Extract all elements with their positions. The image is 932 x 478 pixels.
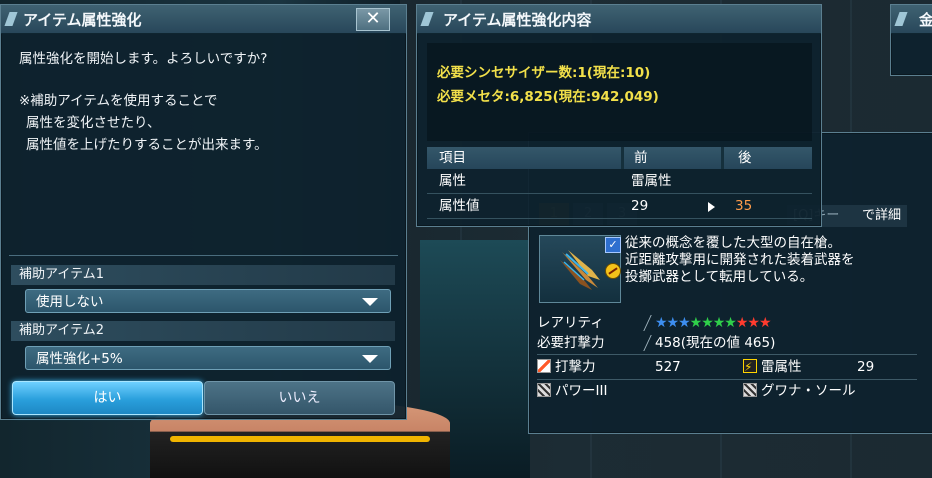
message-line: 属性値を上げたりすることが出来ます。 (26, 137, 268, 153)
dialog-message: 属性強化を開始します。よろしいですか? ※補助アイテムを使用することで 属性を変… (1, 34, 406, 156)
arrow-right-icon (708, 202, 715, 212)
header-after: 後 (721, 147, 812, 169)
table-row: 属性値 29 35 (427, 194, 812, 219)
affix-icon (743, 383, 757, 397)
affix-icon (537, 383, 551, 397)
row-before-wrap: 29 (621, 194, 721, 218)
desc-line: 近距離攻撃用に開発された装着武器を (625, 252, 855, 268)
aux-item-2-label: 補助アイテム2 (11, 321, 395, 341)
chevron-down-icon (362, 298, 378, 306)
rarity-label: レアリティ (537, 315, 604, 331)
element-value: 29 (857, 359, 875, 375)
partisan-weapon-icon (560, 250, 600, 290)
aux-item-1-label: 補助アイテム1 (11, 265, 395, 285)
lightning-icon (743, 357, 757, 377)
aux-item-2-value: 属性強化+5% (36, 351, 123, 367)
required-row: 必要打撃力 458(現在の値 465) (537, 333, 917, 353)
message-line: 属性を変化させたり、 (26, 115, 161, 131)
required-meseta: 必要メセタ:6,825(現在:942,049) (437, 89, 659, 105)
enhance-info-window: アイテム属性強化内容 必要シンセサイザー数:1(現在:10) 必要メセタ:6,8… (416, 4, 822, 227)
affix-2: グワナ・ソール (761, 383, 856, 399)
row-after: 35 (735, 198, 753, 214)
row-before: 雷属性 (631, 173, 672, 189)
close-button[interactable]: ✕ (356, 8, 390, 31)
aux-item-2-select[interactable]: 属性強化+5% (25, 346, 391, 370)
info-window-title: アイテム属性強化内容 (417, 5, 821, 34)
attack-row: 打撃力 527 雷属性 29 (537, 357, 917, 377)
yes-button[interactable]: はい (12, 381, 203, 415)
header-before: 前 (621, 147, 721, 169)
table-header: 項目 前 後 (427, 147, 812, 169)
required-synthesizer: 必要シンセサイザー数:1(現在:10) (437, 65, 651, 81)
attack-label: 打撃力 (555, 359, 596, 375)
desc-line: 従来の概念を覆した大型の自在槍。 (625, 235, 841, 251)
currency-window-title: 金 (891, 5, 932, 34)
comparison-table: 項目 前 後 属性 雷属性 属性値 29 35 (427, 147, 812, 219)
message-line: 属性強化を開始します。よろしいですか? (19, 51, 268, 67)
requirements-box: 必要シンセサイザー数:1(現在:10) 必要メセタ:6,825(現在:942,0… (427, 43, 812, 141)
item-stats: レアリティ ★★★★★★★★★★ 必要打撃力 458(現在の値 465) 打撃力… (537, 313, 917, 401)
dialog-title: アイテム属性強化 (1, 5, 406, 34)
rarity-stars: ★★★★★★★★★★ (655, 315, 772, 331)
header-item: 項目 (439, 150, 466, 166)
chevron-down-icon (362, 355, 378, 363)
row-before: 29 (631, 198, 649, 214)
row-item: 属性 (439, 173, 466, 189)
enhance-dialog: アイテム属性強化 ✕ 属性強化を開始します。よろしいですか? ※補助アイテムを使… (0, 4, 407, 420)
rarity-row: レアリティ ★★★★★★★★★★ (537, 313, 917, 333)
row-after (721, 169, 812, 193)
divider (9, 255, 398, 256)
table-row: 属性 雷属性 (427, 169, 812, 194)
no-button[interactable]: いいえ (204, 381, 395, 415)
required-label: 必要打撃力 (537, 335, 605, 351)
required-value: 458(現在の値 465) (655, 335, 776, 351)
row-item: 属性値 (439, 198, 480, 214)
aux-item-1-value: 使用しない (36, 294, 104, 310)
attack-icon (537, 359, 551, 373)
affix-row: パワーIII グワナ・ソール (537, 381, 917, 401)
message-line: ※補助アイテムを使用することで (19, 93, 218, 109)
item-description: 従来の概念を覆した大型の自在槍。 近距離攻撃用に開発された装着武器を 投擲武器と… (625, 235, 915, 286)
no-trade-icon (605, 263, 621, 279)
element-label: 雷属性 (761, 359, 802, 375)
affix-1: パワーIII (555, 383, 608, 399)
equip-check-icon: ✓ (605, 237, 621, 253)
desc-line: 投擲武器として転用している。 (625, 269, 814, 285)
aux-item-1-select[interactable]: 使用しない (25, 289, 391, 313)
detail-label: で詳細 (861, 208, 901, 223)
attack-value: 527 (655, 359, 681, 375)
currency-window: 金 (890, 4, 932, 76)
